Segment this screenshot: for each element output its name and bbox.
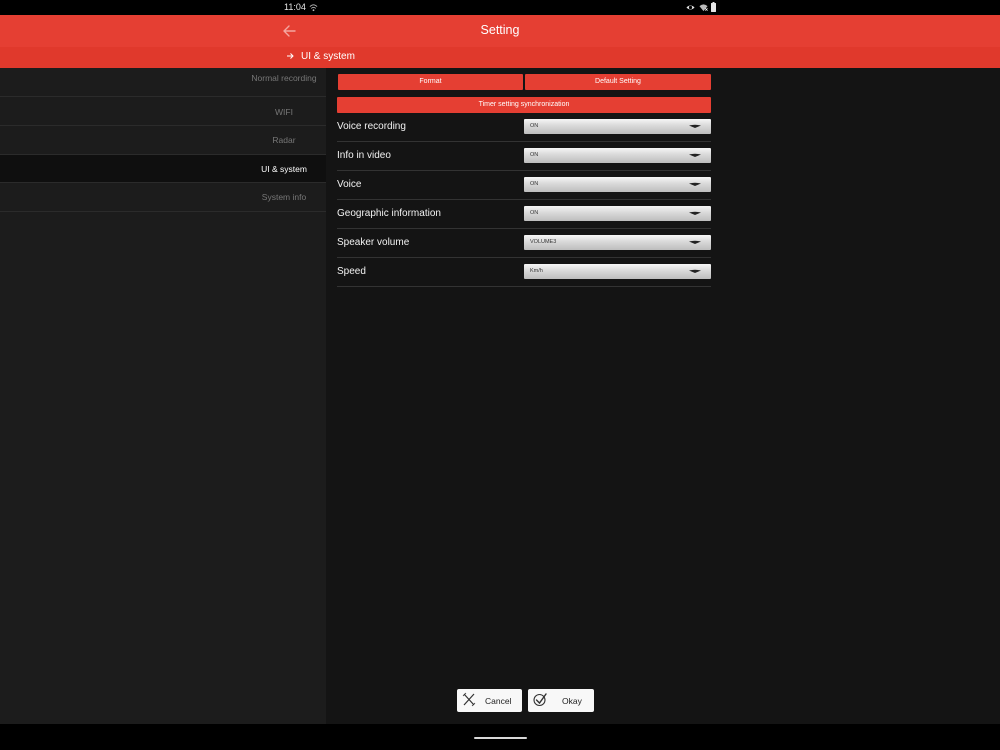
chevron-down-icon — [689, 269, 701, 273]
breadcrumb: UI & system — [0, 47, 1000, 68]
sidebar-item-radar[interactable]: Radar — [0, 126, 326, 155]
voice-select[interactable]: ON — [524, 177, 711, 192]
select-value: ON — [530, 123, 539, 129]
setting-label: Info in video — [337, 150, 391, 161]
system-nav-bar — [0, 724, 1000, 750]
speaker-volume-select[interactable]: VOLUME3 — [524, 235, 711, 250]
cancel-button[interactable]: Cancel — [457, 689, 522, 712]
info-in-video-select[interactable]: ON — [524, 148, 711, 163]
setting-label: Speaker volume — [337, 237, 410, 248]
format-button[interactable]: Format — [338, 74, 523, 90]
sidebar-item-wifi[interactable]: WIFI — [0, 97, 326, 126]
status-bar: 11:04 — [0, 0, 1000, 15]
sidebar-item-system-info[interactable]: System info — [0, 183, 326, 212]
setting-row-geographic-information: Geographic information ON — [337, 200, 711, 229]
sidebar-item-label: System info — [261, 192, 307, 202]
sidebar-item-label: Normal recording — [251, 73, 317, 83]
arrow-right-icon — [287, 53, 294, 59]
setting-label: Voice — [337, 179, 362, 190]
chevron-down-icon — [689, 211, 701, 215]
close-icon — [462, 692, 476, 707]
okay-button[interactable]: Okay — [528, 689, 594, 712]
setting-row-voice-recording: Voice recording ON — [337, 113, 711, 142]
cancel-label: Cancel — [485, 696, 512, 706]
chevron-down-icon — [689, 124, 701, 128]
okay-label: Okay — [562, 696, 582, 706]
check-icon — [533, 693, 547, 707]
setting-row-speed: Speed Km/h — [337, 258, 711, 287]
voice-recording-select[interactable]: ON — [524, 119, 711, 134]
select-value: ON — [530, 210, 539, 216]
page-title: Setting — [480, 23, 520, 37]
default-setting-button[interactable]: Default Setting — [525, 74, 711, 90]
sidebar-item-label: UI & system — [261, 164, 307, 174]
setting-label: Voice recording — [337, 121, 406, 132]
chevron-down-icon — [689, 182, 701, 186]
home-handle[interactable] — [474, 737, 527, 739]
breadcrumb-label: UI & system — [301, 51, 355, 62]
select-value: VOLUME3 — [530, 239, 557, 245]
setting-label: Geographic information — [337, 208, 441, 219]
setting-row-info-in-video: Info in video ON — [337, 142, 711, 171]
signal-icon — [309, 4, 318, 12]
sidebar-item-label: WIFI — [275, 107, 293, 117]
speed-select[interactable]: Km/h — [524, 264, 711, 279]
sidebar-item-normal-recording[interactable]: Normal recording — [0, 68, 326, 97]
wifi-icon — [699, 4, 708, 12]
chevron-down-icon — [689, 240, 701, 244]
chevron-down-icon — [689, 153, 701, 157]
settings-panel: Format Default Setting Timer setting syn… — [326, 68, 1000, 724]
setting-row-speaker-volume: Speaker volume VOLUME3 — [337, 229, 711, 258]
status-time: 11:04 — [284, 2, 306, 12]
setting-row-voice: Voice ON — [337, 171, 711, 200]
app-header: Setting — [0, 15, 1000, 47]
select-value: ON — [530, 152, 539, 158]
select-value: Km/h — [530, 268, 543, 274]
timer-sync-button[interactable]: Timer setting synchronization — [337, 97, 711, 113]
eye-icon — [686, 5, 695, 10]
geographic-information-select[interactable]: ON — [524, 206, 711, 221]
battery-icon — [711, 2, 716, 12]
sidebar-item-ui-system[interactable]: UI & system — [0, 155, 326, 183]
setting-label: Speed — [337, 266, 366, 277]
sidebar-item-label: Radar — [272, 135, 296, 145]
select-value: ON — [530, 181, 539, 187]
sidebar: Normal recording WIFI Radar UI & system … — [0, 68, 326, 724]
